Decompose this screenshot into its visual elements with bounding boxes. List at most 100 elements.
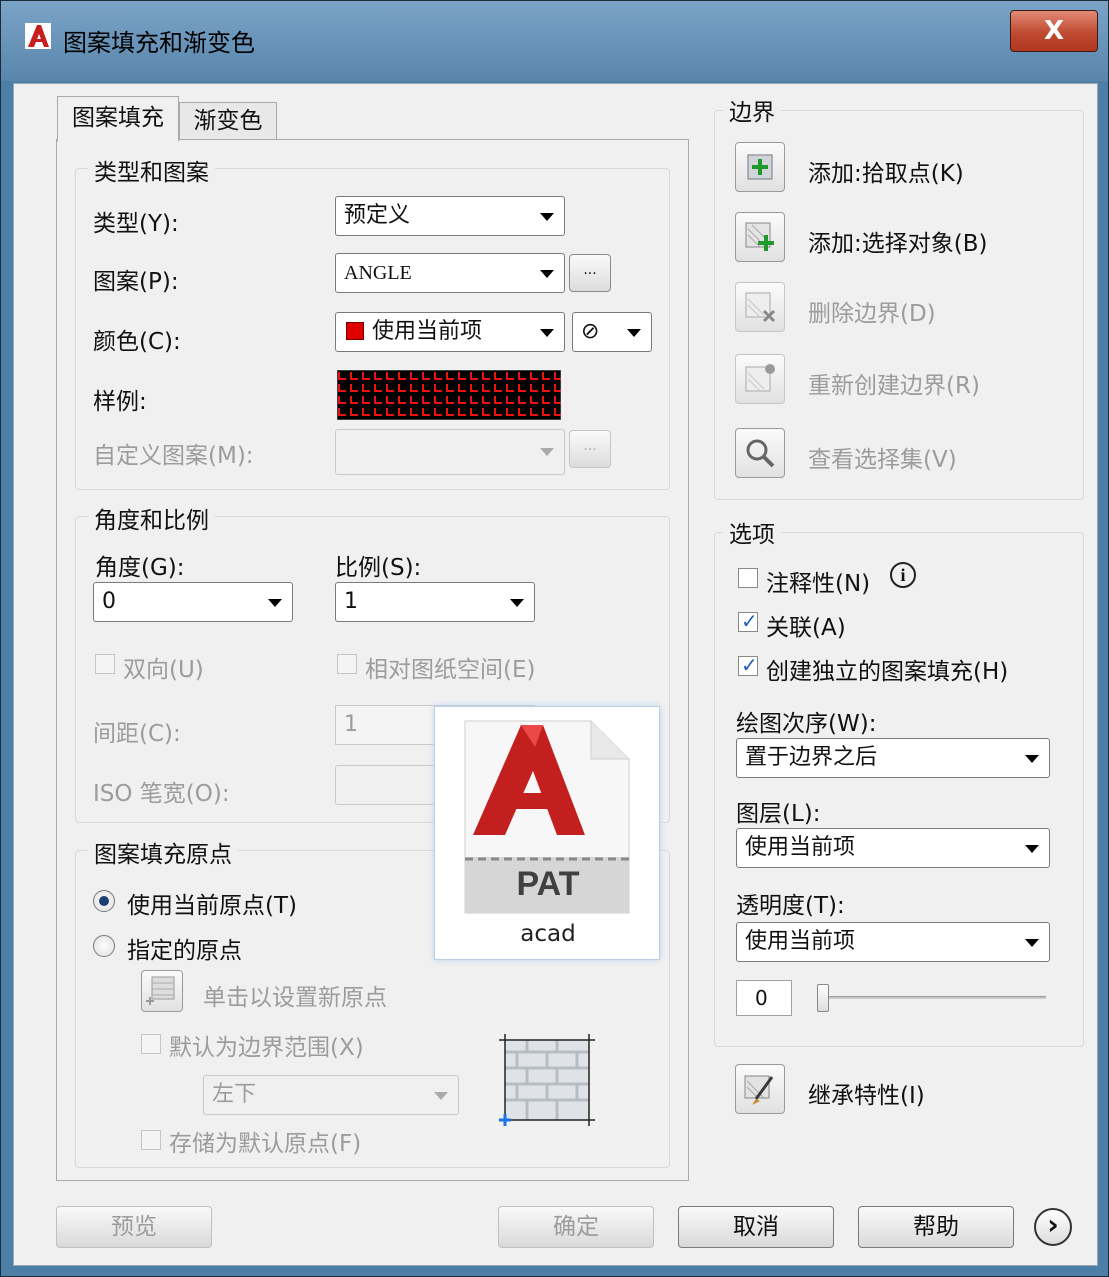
custom-pattern-combo[interactable]: [335, 429, 565, 475]
custom-pattern-browse-button[interactable]: ...: [569, 430, 611, 468]
annotative-label: 注释性(N): [766, 571, 871, 597]
pattern-sample-swatch[interactable]: [337, 370, 561, 420]
relative-paper-label: 相对图纸空间(E): [365, 657, 536, 683]
view-selections-button[interactable]: [735, 428, 785, 478]
recreate-boundary-icon: [745, 364, 775, 392]
annotative-checkbox[interactable]: [738, 568, 758, 588]
hatch-origin-title: 图案填充原点: [88, 835, 238, 869]
add-pick-points-label: 添加:拾取点(K): [808, 161, 964, 187]
add-select-objects-label: 添加:选择对象(B): [808, 231, 988, 257]
draw-order-combo[interactable]: 置于边界之后: [736, 738, 1050, 778]
type-value: 预定义: [344, 203, 411, 228]
separate-hatches-label: 创建独立的图案填充(H): [766, 659, 1009, 685]
inherit-properties-label: 继承特性(I): [808, 1083, 925, 1109]
draw-order-value: 置于边界之后: [745, 745, 878, 770]
draw-order-label: 绘图次序(W):: [736, 711, 877, 737]
autocad-app-icon: [25, 23, 51, 49]
pat-file-type: PAT: [516, 865, 580, 903]
recreate-boundary-button[interactable]: [735, 354, 785, 404]
inherit-properties-button[interactable]: [735, 1064, 785, 1114]
pattern-value: ANGLE: [344, 262, 412, 284]
color-label: 颜色(C):: [93, 329, 181, 355]
view-selections-label: 查看选择集(V): [808, 447, 957, 473]
transparency-slider-track[interactable]: [820, 996, 1046, 999]
help-button[interactable]: 帮助: [858, 1206, 1014, 1248]
options-title: 选项: [723, 515, 781, 549]
dialog-client: 图案填充 渐变色 类型和图案 类型(Y): 预定义 图案(P): ANGLE .…: [13, 83, 1098, 1266]
layer-combo[interactable]: 使用当前项: [736, 828, 1050, 868]
origin-position-value: 左下: [212, 1082, 257, 1107]
set-origin-icon: [146, 976, 175, 1005]
remove-boundaries-button[interactable]: [735, 282, 785, 332]
pattern-label: 图案(P):: [93, 269, 179, 295]
tab-hatch[interactable]: 图案填充: [57, 96, 179, 142]
remove-boundary-icon: [745, 292, 776, 323]
associative-checkbox[interactable]: [738, 609, 758, 633]
chevron-down-icon: [540, 270, 554, 278]
double-label: 双向(U): [123, 657, 204, 683]
origin-position-combo[interactable]: 左下: [203, 1075, 459, 1115]
use-current-origin-label: 使用当前原点(T): [127, 893, 297, 919]
window-title: 图案填充和渐变色: [63, 29, 255, 57]
transparency-amount-input[interactable]: 0: [736, 980, 792, 1016]
set-origin-button[interactable]: [141, 970, 183, 1012]
pat-file-name: acad: [520, 921, 576, 947]
pattern-browse-button[interactable]: ...: [569, 254, 611, 292]
title-bar[interactable]: 图案填充和渐变色 X: [1, 1, 1108, 81]
relative-paper-checkbox[interactable]: [337, 654, 357, 674]
specified-origin-label: 指定的原点: [127, 938, 242, 964]
dialog-window: 图案填充和渐变色 X 图案填充 渐变色 类型和图案 类型(Y): 预定义 图案(…: [0, 0, 1109, 1277]
close-button[interactable]: X: [1010, 10, 1098, 52]
tab-gradient[interactable]: 渐变色: [179, 102, 277, 140]
separate-hatches-checkbox[interactable]: [738, 653, 758, 677]
select-objects-icon: [745, 222, 774, 251]
boundaries-title: 边界: [723, 93, 781, 127]
scale-combo[interactable]: 1: [335, 582, 535, 622]
info-icon[interactable]: i: [890, 562, 916, 588]
paintbrush-icon: [744, 1075, 774, 1105]
store-default-checkbox[interactable]: [141, 1130, 161, 1150]
type-pattern-title: 类型和图案: [88, 153, 215, 187]
recreate-boundary-label: 重新创建边界(R): [808, 373, 980, 399]
no-background-icon: ⊘: [581, 319, 600, 344]
add-pick-points-button[interactable]: [735, 142, 785, 192]
chevron-down-icon: [1025, 755, 1039, 763]
color-value: 使用当前项: [372, 319, 483, 344]
chevron-down-icon: [434, 1092, 448, 1100]
preview-button[interactable]: 预览: [56, 1206, 212, 1248]
bgcolor-combo[interactable]: ⊘: [572, 312, 652, 352]
pattern-combo[interactable]: ANGLE: [335, 253, 565, 293]
spacing-label: 间距(C):: [93, 721, 181, 747]
angle-scale-title: 角度和比例: [88, 501, 215, 535]
chevron-down-icon: [540, 329, 554, 337]
scale-value: 1: [344, 589, 358, 614]
hatch-tab-panel: 类型和图案 类型(Y): 预定义 图案(P): ANGLE ... 颜色(C):…: [56, 139, 689, 1181]
chevron-down-icon: [1025, 845, 1039, 853]
set-origin-label: 单击以设置新原点: [203, 985, 387, 1011]
transparency-combo[interactable]: 使用当前项: [736, 922, 1050, 962]
transparency-value: 使用当前项: [745, 929, 856, 954]
double-checkbox[interactable]: [95, 654, 115, 674]
ok-button[interactable]: 确定: [498, 1206, 654, 1248]
layer-label: 图层(L):: [736, 801, 821, 827]
default-extents-checkbox[interactable]: [141, 1034, 161, 1054]
type-label: 类型(Y):: [93, 211, 179, 237]
color-combo[interactable]: 使用当前项: [335, 312, 565, 352]
type-combo[interactable]: 预定义: [335, 196, 565, 236]
cancel-button[interactable]: 取消: [678, 1206, 834, 1248]
scale-label: 比例(S):: [335, 555, 422, 581]
custom-pattern-label: 自定义图案(M):: [93, 443, 254, 469]
use-current-origin-radio[interactable]: [93, 890, 115, 912]
transparency-slider-thumb[interactable]: [817, 984, 829, 1012]
origin-preview-image: [499, 1034, 595, 1126]
associative-label: 关联(A): [766, 615, 846, 641]
chevron-down-icon: [268, 599, 282, 607]
specified-origin-radio[interactable]: [93, 935, 115, 957]
layer-value: 使用当前项: [745, 835, 856, 860]
chevron-down-icon: [540, 448, 554, 456]
angle-label: 角度(G):: [95, 555, 185, 581]
angle-combo[interactable]: 0: [93, 582, 293, 622]
add-select-objects-button[interactable]: [735, 212, 785, 262]
remove-boundaries-label: 删除边界(D): [808, 301, 936, 327]
more-options-button[interactable]: ›: [1034, 1208, 1072, 1246]
